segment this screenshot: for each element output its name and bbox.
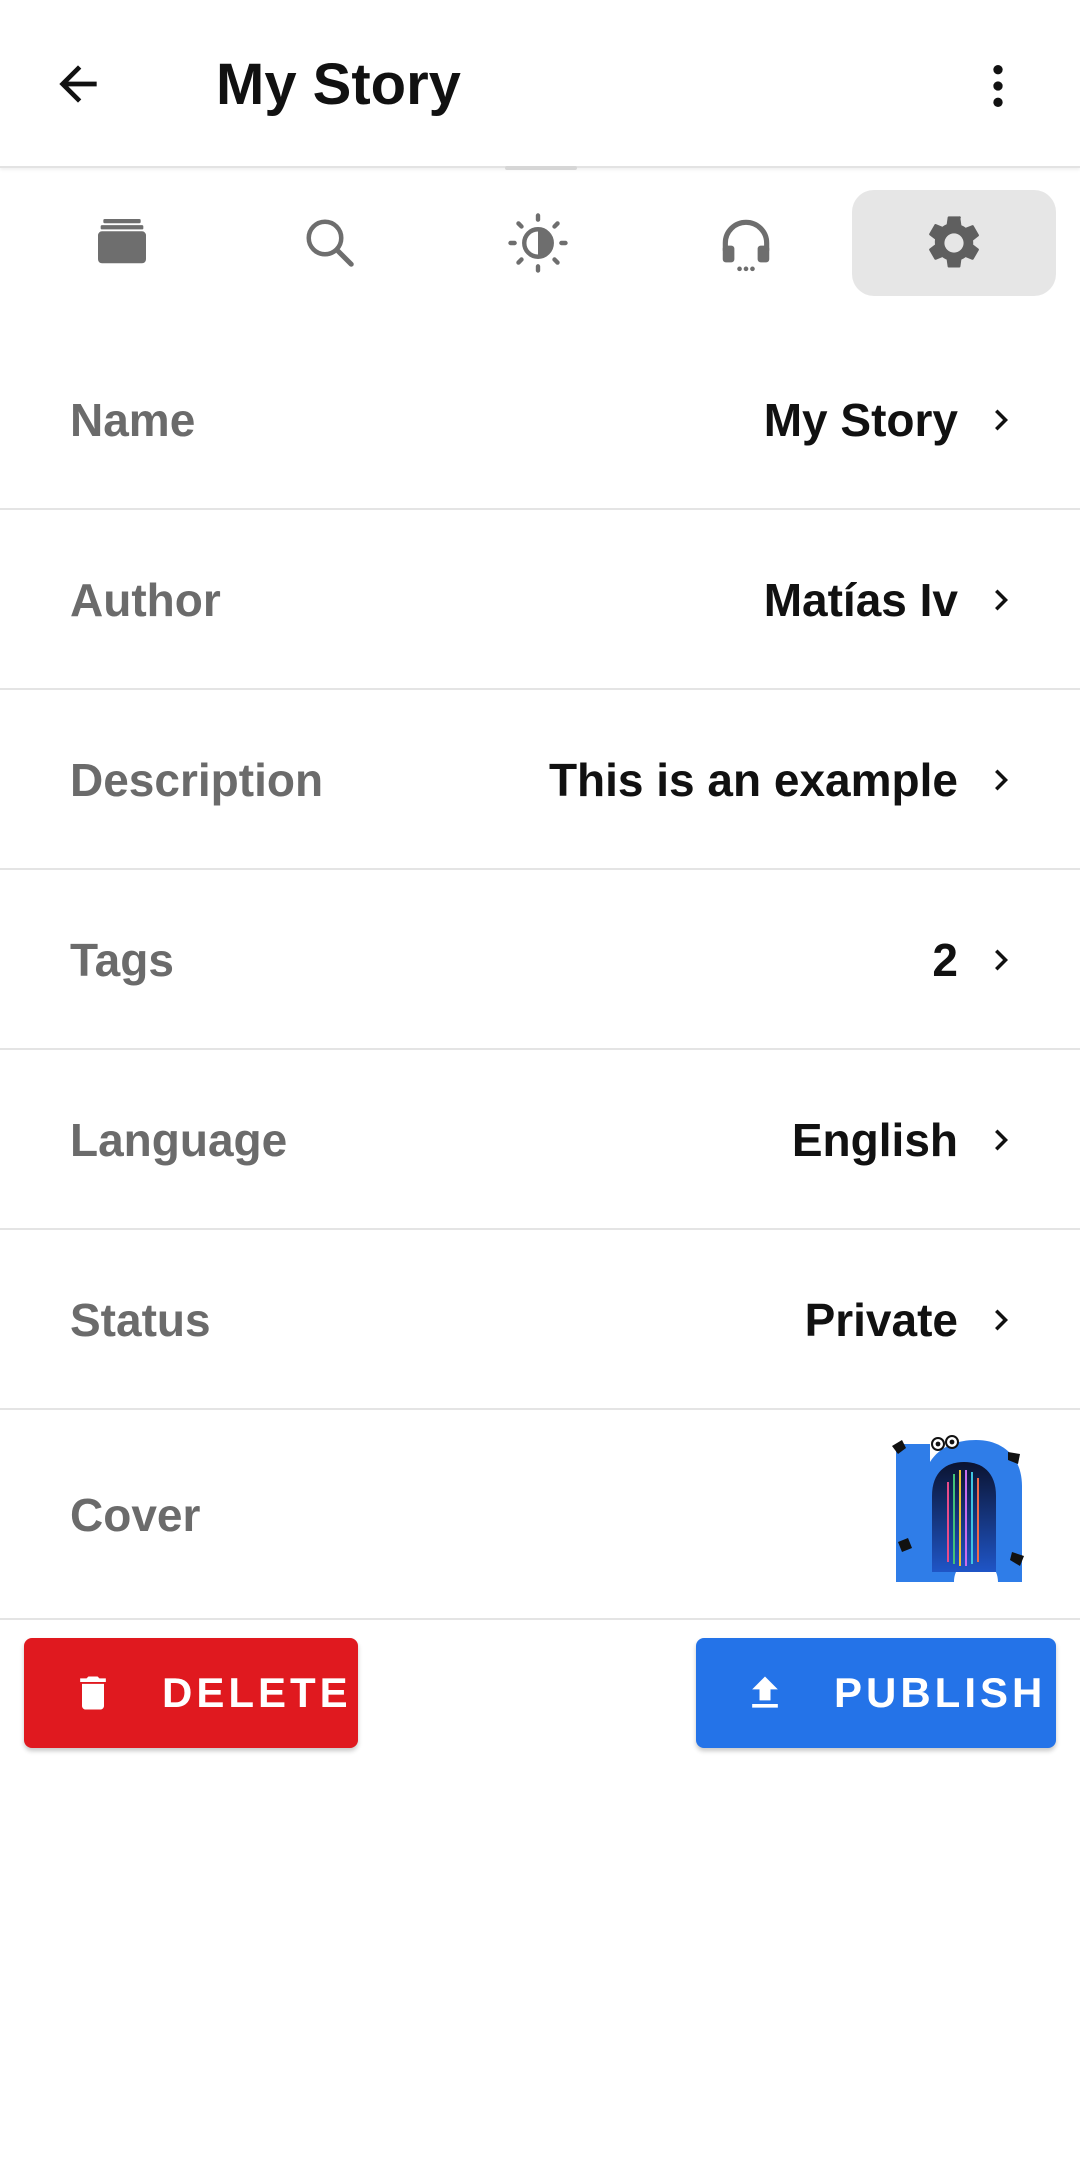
more-options-button[interactable] [958, 46, 1038, 126]
brightness-icon [508, 213, 568, 273]
tab-brightness[interactable] [436, 190, 640, 296]
setting-row-cover[interactable]: Cover [0, 1410, 1080, 1620]
chevron-right-icon [995, 1309, 1008, 1331]
setting-row-description[interactable]: Description This is an example [0, 690, 1080, 870]
tab-scroll-indicator [505, 166, 577, 170]
app-bar: My Story [0, 0, 1080, 168]
setting-row-status[interactable]: Status Private [0, 1230, 1080, 1410]
tab-bar [0, 180, 1080, 306]
chevron-right-icon [995, 409, 1008, 431]
setting-row-tags[interactable]: Tags 2 [0, 870, 1080, 1050]
setting-label: Status [70, 1294, 211, 1346]
upload-icon [740, 1668, 790, 1718]
setting-value: Private [804, 1294, 958, 1346]
arrow-left-icon [59, 65, 97, 103]
page-title: My Story [216, 52, 461, 117]
setting-value: My Story [763, 394, 958, 446]
delete-label: DELETE [162, 1669, 352, 1716]
chevron-right-icon [995, 589, 1008, 611]
tab-audio[interactable] [644, 190, 848, 296]
library-stack-icon [98, 219, 146, 264]
setting-label: Cover [70, 1489, 201, 1541]
search-icon [306, 219, 354, 267]
publish-button[interactable]: PUBLISH [696, 1638, 1056, 1748]
delete-button[interactable]: DELETE [24, 1638, 358, 1748]
setting-row-language[interactable]: Language English [0, 1050, 1080, 1230]
chevron-right-icon [995, 769, 1008, 791]
trash-icon [68, 1668, 118, 1718]
tab-settings[interactable] [852, 190, 1056, 296]
setting-row-name[interactable]: Name My Story [0, 330, 1080, 510]
setting-label: Tags [70, 934, 174, 986]
publish-label: PUBLISH [834, 1669, 1047, 1716]
story-settings-list: Name My Story Author Matías Iv Descripti… [0, 330, 1080, 1620]
setting-label: Author [70, 574, 221, 626]
setting-label: Name [70, 394, 196, 446]
more-vertical-icon [993, 65, 1003, 107]
tab-search[interactable] [228, 190, 432, 296]
setting-value: This is an example [548, 754, 958, 806]
setting-label: Language [70, 1114, 288, 1166]
setting-value: English [791, 1114, 958, 1166]
chevron-right-icon [995, 949, 1008, 971]
back-button[interactable] [38, 44, 118, 124]
setting-row-author[interactable]: Author Matías Iv [0, 510, 1080, 690]
setting-value: Matías Iv [763, 574, 958, 626]
tab-library[interactable] [20, 190, 224, 296]
cover-image[interactable] [888, 1422, 1038, 1608]
headphones-icon [722, 219, 770, 272]
setting-value: 2 [932, 934, 958, 986]
setting-label: Description [70, 754, 324, 806]
gear-icon [929, 216, 979, 268]
chevron-right-icon [995, 1129, 1008, 1151]
